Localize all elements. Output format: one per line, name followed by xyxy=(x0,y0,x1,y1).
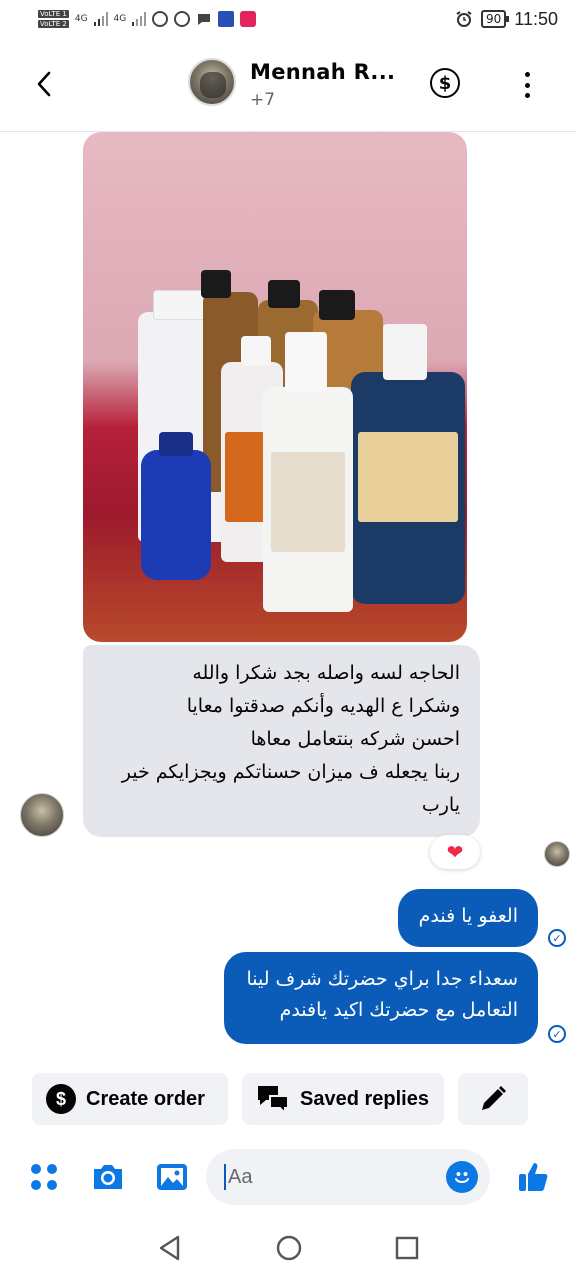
dollar-icon: $ xyxy=(438,72,452,94)
message-line: التعامل مع حضرتك اكيد يافندم xyxy=(279,999,518,1021)
pencil-icon xyxy=(482,1086,506,1110)
photo-message[interactable] xyxy=(83,132,467,642)
bottle-cap xyxy=(201,270,231,298)
chevron-left-icon xyxy=(37,71,51,97)
back-triangle-icon[interactable] xyxy=(156,1234,184,1262)
bottle-label xyxy=(271,452,345,552)
home-circle-icon[interactable] xyxy=(275,1234,303,1262)
battery-level: 90 xyxy=(481,10,510,28)
message-line: العفو يا فندم xyxy=(418,905,518,927)
gallery-button[interactable] xyxy=(154,1159,190,1195)
like-button[interactable] xyxy=(516,1159,552,1195)
alarm-icon xyxy=(456,11,472,27)
message-placeholder: Aa xyxy=(228,1165,253,1188)
message-line: وشكرا ع الهديه وأنكم صدقتوا معايا xyxy=(186,695,460,717)
sync-icon xyxy=(174,11,191,27)
bottle-shape xyxy=(141,450,211,580)
bottle-cap xyxy=(319,290,355,320)
contact-avatar[interactable] xyxy=(188,58,236,106)
heart-reaction[interactable]: ❤ xyxy=(430,835,480,869)
volte-indicators: VoLTE 1 VoLTE 2 xyxy=(38,10,69,28)
image-icon xyxy=(157,1164,187,1190)
bottle-label xyxy=(358,432,458,522)
message-line: يارب xyxy=(421,794,460,816)
edit-button[interactable] xyxy=(458,1073,528,1125)
thumbs-up-icon xyxy=(519,1163,548,1191)
app-notification-icon xyxy=(218,11,235,27)
bottle-cap xyxy=(159,432,193,456)
bottle-cap xyxy=(285,332,327,392)
location-notification-icon xyxy=(240,11,257,27)
bottle-cap xyxy=(241,336,271,366)
network-2: 4G xyxy=(113,14,127,24)
camera-button[interactable] xyxy=(90,1159,126,1195)
dollar-icon: $ xyxy=(46,1084,76,1114)
payment-button[interactable]: $ xyxy=(430,68,460,98)
four-dots-icon xyxy=(31,1164,57,1190)
messenger-notification-icon xyxy=(198,14,211,25)
data-saver-icon xyxy=(152,11,169,27)
outgoing-message[interactable]: العفو يا فندم xyxy=(398,889,538,947)
dot-icon xyxy=(524,82,530,88)
sent-check-icon: ✓ xyxy=(548,1025,566,1043)
clock: 11:50 xyxy=(514,8,558,29)
dot-icon xyxy=(524,72,530,77)
signal-icon-2 xyxy=(132,12,147,26)
heart-icon: ❤ xyxy=(446,840,464,864)
contact-subtitle: +7 xyxy=(250,90,276,110)
chat-bubbles-icon xyxy=(258,1086,289,1114)
saved-replies-label: Saved replies xyxy=(300,1087,429,1110)
message-line: ربنا يجعله ف ميزان حسناتكم ويجزايكم خير xyxy=(121,761,460,783)
system-navigation-bar xyxy=(0,1215,576,1280)
bottle-cap xyxy=(383,324,427,380)
bottle-cap xyxy=(268,280,300,308)
composer-bar: Aa xyxy=(0,1143,576,1211)
outgoing-message[interactable]: سعداء جدا براي حضرتك شرف لينا التعامل مع… xyxy=(224,952,538,1044)
read-receipt-avatar xyxy=(544,841,570,867)
network-1: 4G xyxy=(74,14,88,24)
create-order-button[interactable]: $ Create order xyxy=(32,1073,228,1125)
create-order-label: Create order xyxy=(86,1087,205,1110)
message-input[interactable]: Aa xyxy=(206,1149,490,1205)
sender-avatar[interactable] xyxy=(20,793,64,837)
sent-check-icon: ✓ xyxy=(548,929,566,947)
camera-icon xyxy=(94,1165,122,1189)
contact-name[interactable]: Mennah R... xyxy=(250,60,395,84)
bottle-cap xyxy=(153,290,208,320)
volte-2: VoLTE 2 xyxy=(38,20,69,28)
message-line: احسن شركه بنتعامل معاها xyxy=(250,728,460,750)
conversation-header: Mennah R... +7 $ xyxy=(0,38,576,132)
saved-replies-button[interactable]: Saved replies xyxy=(242,1073,444,1125)
text-caret xyxy=(224,1164,226,1190)
incoming-message[interactable]: الحاجه لسه واصله بجد شكرا والله وشكرا ع … xyxy=(83,645,480,837)
more-options-button[interactable] xyxy=(520,70,534,100)
menu-button[interactable] xyxy=(26,1159,62,1195)
dot-icon xyxy=(524,93,530,98)
message-line: الحاجه لسه واصله بجد شكرا والله xyxy=(192,662,460,684)
emoji-button[interactable] xyxy=(446,1161,478,1193)
volte-1: VoLTE 1 xyxy=(38,10,69,18)
smiley-icon xyxy=(455,1172,469,1183)
status-bar: VoLTE 1 VoLTE 2 4G 4G 90 11:50 xyxy=(0,0,576,38)
message-line: سعداء جدا براي حضرتك شرف لينا xyxy=(246,968,518,990)
signal-icon xyxy=(93,12,108,26)
back-button[interactable] xyxy=(28,68,60,100)
recents-square-icon[interactable] xyxy=(394,1235,420,1261)
